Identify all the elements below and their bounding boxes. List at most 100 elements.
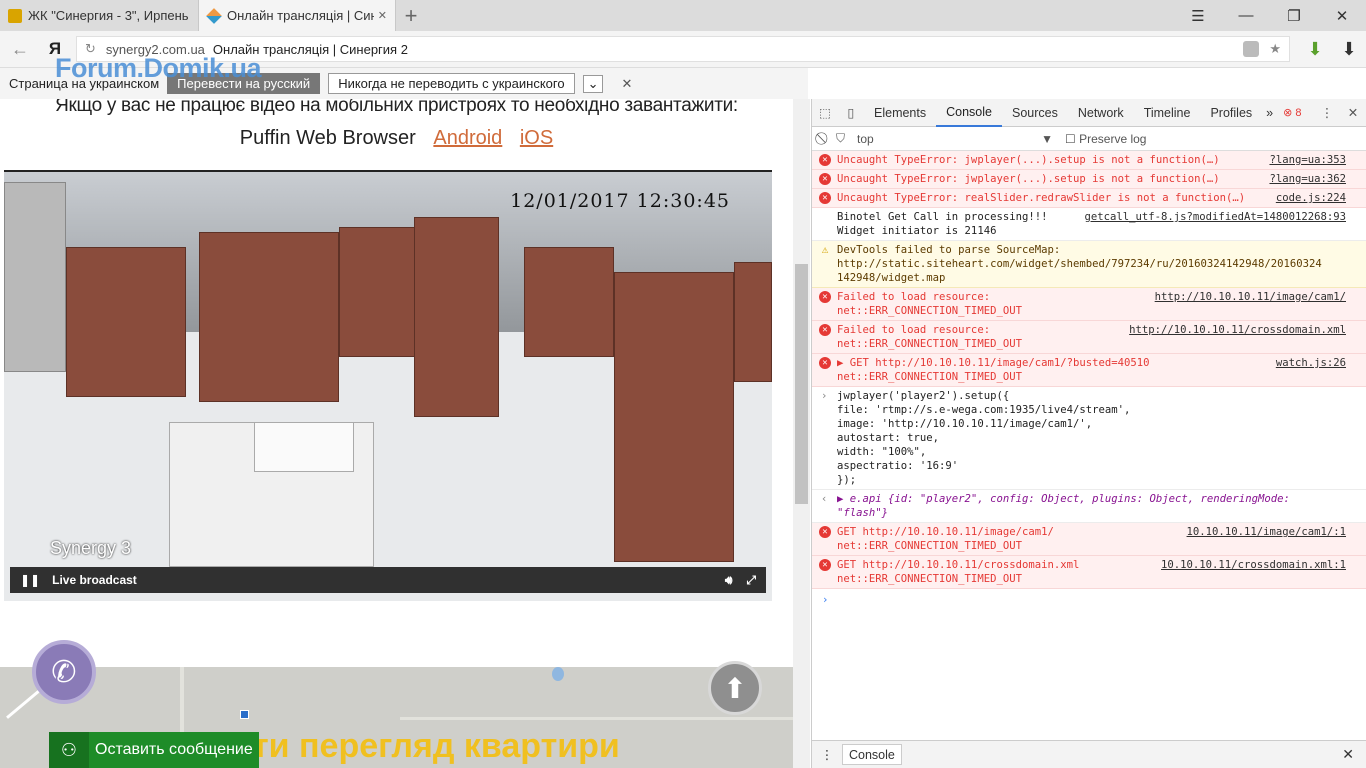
back-button[interactable]: ←	[0, 39, 40, 60]
dropdown-arrow-icon: ▼	[1041, 131, 1054, 146]
context-value: top	[857, 131, 874, 146]
inspect-element-icon[interactable]: ⬚	[812, 105, 838, 120]
console-error-row[interactable]: ✕ ▶ GET http://10.10.10.11/image/cam1/?bu…	[812, 354, 1366, 387]
warning-icon: ⚠	[821, 243, 829, 256]
leave-message-button[interactable]: ⚇ Оставить сообщение	[49, 732, 259, 768]
translate-icon[interactable]	[1243, 41, 1260, 57]
android-link[interactable]: Android	[433, 127, 502, 149]
input-chevron-icon: ›	[821, 390, 828, 402]
downloads-icon[interactable]: ⬇	[1332, 39, 1366, 60]
never-translate-button[interactable]: Никогда не переводить с украинского	[328, 73, 575, 94]
preserve-log-checkbox[interactable]: ☐ Preserve log	[1065, 132, 1146, 146]
tab-timeline[interactable]: Timeline	[1134, 99, 1201, 127]
error-icon: ✕	[819, 173, 831, 185]
puffin-label: Puffin Web Browser	[239, 127, 416, 149]
console-source-link[interactable]: getcall_utf-8.js?modifiedAt=1480012268:9…	[1085, 210, 1347, 224]
scrollbar-thumb[interactable]	[795, 264, 808, 504]
console-error-row[interactable]: ✕ Failed to load resource: net::ERR_CONNE…	[812, 288, 1366, 321]
console-input-echo: › jwplayer('player2').setup({ file: 'rtmp…	[812, 387, 1366, 490]
console-message-text: DevTools failed to parse SourceMap: http…	[837, 244, 1322, 284]
building-image	[199, 232, 339, 402]
error-count-badge[interactable]: ⊗ 8	[1283, 106, 1301, 119]
tab-network[interactable]: Network	[1068, 99, 1134, 127]
arrow-up-icon: ⬆	[723, 672, 747, 704]
console-error-row[interactable]: ✕ Failed to load resource: net::ERR_CONNE…	[812, 321, 1366, 354]
tab-close-icon[interactable]: ✕	[378, 9, 387, 22]
call-button[interactable]: ✆	[32, 640, 96, 704]
error-icon: ✕	[819, 192, 831, 204]
bus-stop-icon	[240, 710, 249, 719]
extension-download-icon[interactable]: ⬇	[1298, 39, 1332, 60]
console-error-row[interactable]: ✕ Uncaught TypeError: realSlider.redrawSl…	[812, 189, 1366, 208]
restore-button[interactable]: ❐	[1270, 0, 1318, 31]
tab-title: Онлайн трансляція | Синергия 2	[227, 8, 374, 23]
console-warn-row[interactable]: ⚠ DevTools failed to parse SourceMap: htt…	[812, 241, 1366, 288]
menu-icon[interactable]: ☰	[1174, 0, 1222, 31]
tab-console[interactable]: Console	[936, 99, 1002, 127]
video-player[interactable]: 12/01/2017 12:30:45 Synergy 3 ❚❚ Live br…	[4, 170, 772, 601]
map-road	[400, 717, 793, 720]
tab-elements[interactable]: Elements	[864, 99, 936, 127]
console-result-text: ▶ e.api {id: "player2", config: Object, …	[837, 493, 1290, 519]
leave-message-label: Оставить сообщение	[95, 741, 253, 758]
page-scrollbar[interactable]	[793, 99, 810, 768]
error-icon: ✕	[819, 526, 831, 538]
console-error-row[interactable]: ✕ GET http://10.10.10.11/crossdomain.xml …	[812, 556, 1366, 589]
translate-close-icon[interactable]: ✕	[621, 76, 632, 92]
error-icon: ✕	[819, 559, 831, 571]
mobile-notice: Якщо у вас не працює відео на мобільних …	[55, 99, 738, 116]
building-image	[734, 262, 772, 382]
devtools-tabs: ⬚ ▯ Elements Console Sources Network Tim…	[812, 99, 1366, 127]
drawer-menu-icon[interactable]: ⋮	[812, 747, 842, 762]
console-source-link[interactable]: ?lang=ua:353	[1269, 153, 1346, 167]
bookmark-star-icon[interactable]: ★	[1269, 41, 1281, 57]
console-prompt[interactable]: ›	[812, 593, 1366, 607]
watermark-logo: Forum.Domik.ua	[55, 53, 262, 83]
player-controls: ❚❚ Live broadcast 🔊︎ ⤢	[10, 567, 766, 593]
console-source-link[interactable]: http://10.10.10.11/image/cam1/	[1155, 290, 1346, 304]
player-status: Live broadcast	[52, 573, 137, 587]
scroll-top-button[interactable]: ⬆	[708, 661, 762, 715]
console-log-row[interactable]: Binotel Get Call in processing!!! Widget…	[812, 208, 1366, 241]
preserve-log-label: Preserve log	[1079, 131, 1147, 146]
water-icon	[552, 667, 564, 681]
tab-sources[interactable]: Sources	[1002, 99, 1068, 127]
chat-icon: ⚇	[49, 732, 89, 768]
fullscreen-icon[interactable]: ⤢	[746, 573, 756, 588]
console-source-link[interactable]: ?lang=ua:362	[1269, 172, 1346, 186]
drawer-tab-console[interactable]: Console	[842, 744, 902, 765]
console-source-link[interactable]: http://10.10.10.11/crossdomain.xml	[1129, 323, 1346, 337]
tab-synergy-3[interactable]: ЖК "Синергия - 3", Ирпень	[0, 0, 198, 31]
console-source-link[interactable]: code.js:224	[1276, 191, 1346, 205]
console-error-row[interactable]: ✕ Uncaught TypeError: jwplayer(...).setup…	[812, 170, 1366, 189]
ios-link[interactable]: iOS	[520, 127, 553, 149]
error-icon: ✕	[819, 291, 831, 303]
volume-icon[interactable]: 🔊︎	[725, 573, 733, 588]
console-source-link[interactable]: 10.10.10.11/image/cam1/:1	[1187, 525, 1346, 539]
context-selector[interactable]: top ▼	[857, 132, 1053, 146]
tab-title: ЖК "Синергия - 3", Ирпень	[28, 8, 189, 23]
console-error-row[interactable]: ✕ Uncaught TypeError: jwplayer(...).setup…	[812, 151, 1366, 170]
error-icon: ✕	[819, 154, 831, 166]
console-error-row[interactable]: ✕ GET http://10.10.10.11/image/cam1/ net:…	[812, 523, 1366, 556]
device-mode-icon[interactable]: ▯	[838, 105, 864, 120]
building-image	[66, 247, 186, 397]
close-window-button[interactable]: ✕	[1318, 0, 1366, 31]
tab-online-broadcast[interactable]: Онлайн трансляція | Синергия 2 ✕	[198, 0, 396, 31]
more-tabs-icon[interactable]: »	[1262, 99, 1277, 127]
devtools-drawer: ⋮ Console ✕	[812, 740, 1366, 768]
devtools-close-icon[interactable]: ✕	[1340, 105, 1366, 120]
error-icon: ✕	[819, 357, 831, 369]
error-count: 8	[1295, 107, 1302, 119]
pause-icon[interactable]: ❚❚	[20, 573, 40, 587]
console-source-link[interactable]: 10.10.10.11/crossdomain.xml:1	[1161, 558, 1346, 572]
translate-options-dropdown[interactable]: ⌄	[582, 74, 604, 93]
tab-profiles[interactable]: Profiles	[1200, 99, 1262, 127]
new-tab-button[interactable]: +	[396, 0, 426, 31]
filter-icon[interactable]: ⛉	[836, 131, 845, 146]
devtools-menu-icon[interactable]: ⋮	[1314, 105, 1340, 120]
console-result-row[interactable]: ‹ ▶ e.api {id: "player2", config: Object,…	[812, 490, 1366, 523]
drawer-close-icon[interactable]: ✕	[1342, 746, 1354, 763]
console-source-link[interactable]: watch.js:26	[1276, 356, 1346, 370]
minimize-button[interactable]: —	[1222, 0, 1270, 31]
